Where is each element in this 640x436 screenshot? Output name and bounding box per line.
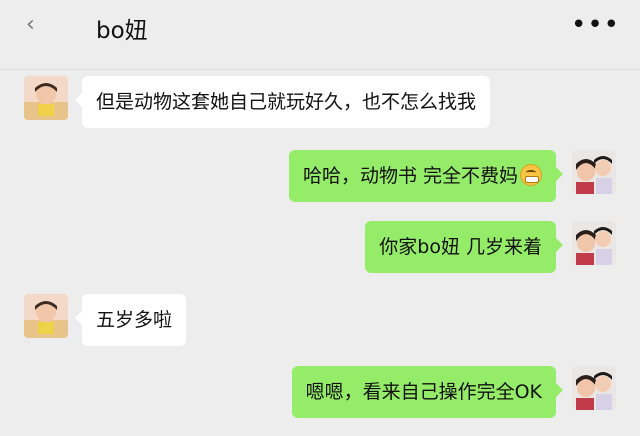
contact-avatar[interactable] <box>24 294 68 338</box>
outgoing-message-bubble[interactable]: 你家bo妞 几岁来着 <box>365 221 563 273</box>
self-avatar[interactable] <box>572 221 616 265</box>
grinning-face-icon <box>520 164 542 186</box>
blurred-name <box>38 13 94 41</box>
outgoing-message-bubble[interactable]: 哈哈，动物书 完全不费妈 <box>288 150 564 202</box>
chat-header: ‹ bo妞 ••• <box>0 0 640 70</box>
contact-avatar[interactable] <box>24 76 68 120</box>
incoming-message-bubble[interactable]: 但是动物这套她自己就玩好久，也不怎么找我 <box>74 76 491 128</box>
self-avatar[interactable] <box>572 366 616 410</box>
outgoing-message-bubble[interactable]: 嗯嗯，看来自己操作完全OK <box>291 366 564 418</box>
back-icon[interactable]: ‹ <box>26 12 35 37</box>
message-text: 哈哈，动物书 完全不费妈 <box>302 165 518 187</box>
chat-title: bo妞 <box>96 18 148 44</box>
more-options-icon[interactable]: ••• <box>571 12 620 38</box>
self-avatar[interactable] <box>572 150 616 194</box>
incoming-message-bubble[interactable]: 五岁多啦 <box>74 294 187 346</box>
